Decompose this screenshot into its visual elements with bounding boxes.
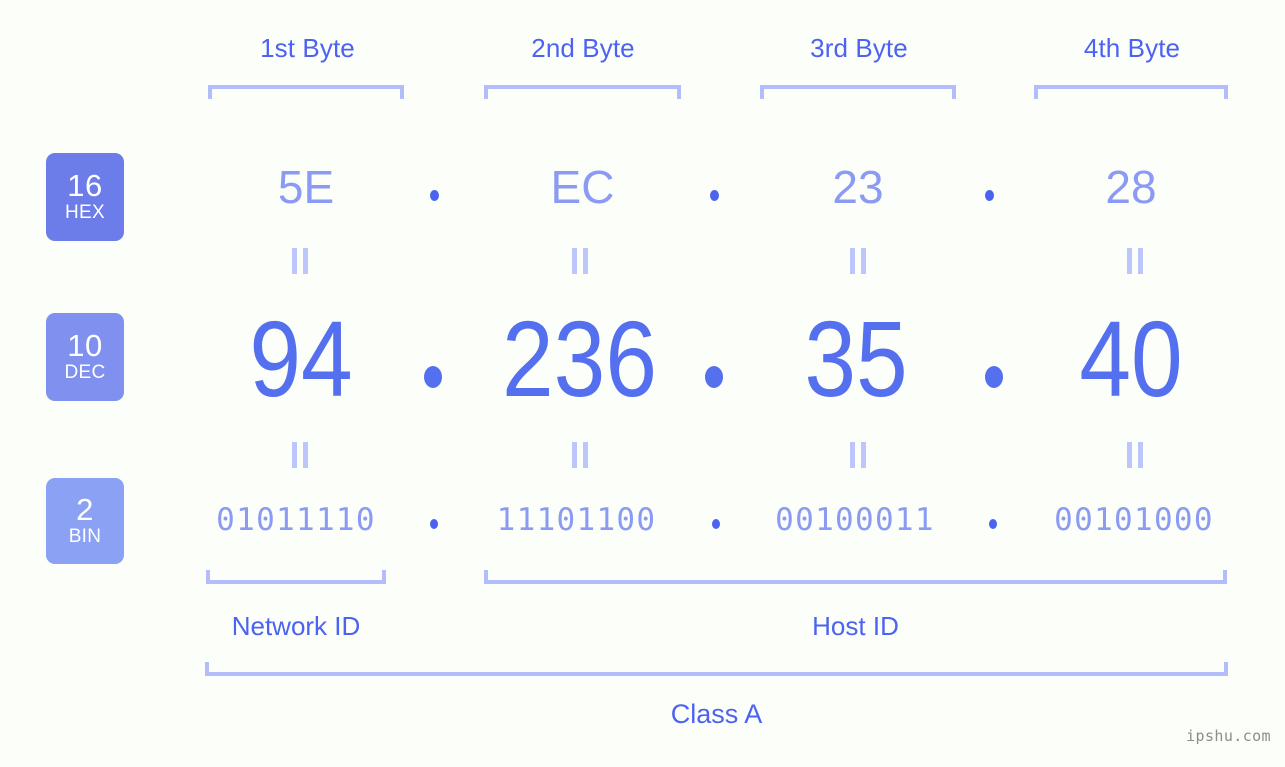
host-id-bracket (484, 570, 1227, 584)
radix-badge-bin-number: 2 (76, 492, 94, 527)
hex-byte-2: EC (550, 161, 615, 213)
byte-header-3: 3rd Byte (810, 33, 908, 63)
equals-mark-dec-bin-2 (572, 442, 589, 468)
network-id-bracket (206, 570, 386, 584)
hex-separator-1 (430, 190, 439, 201)
byte-bracket-4 (1034, 85, 1228, 99)
class-label: Class A (670, 699, 763, 729)
equals-mark-hex-dec-1 (292, 248, 309, 274)
equals-mark-hex-dec-2 (572, 248, 589, 274)
radix-badge-hex-system: HEX (65, 202, 105, 223)
bin-byte-1: 01011110 (216, 502, 376, 538)
dec-byte-1: 94 (249, 298, 353, 419)
network-id-label: Network ID (231, 611, 361, 641)
byte-header-4: 4th Byte (1083, 33, 1181, 63)
equals-mark-dec-bin-3 (850, 442, 867, 468)
class-bracket (205, 662, 1228, 676)
byte-bracket-2 (484, 85, 681, 99)
bin-byte-4: 00101000 (1054, 502, 1214, 538)
radix-badge-dec-number: 10 (67, 328, 103, 363)
byte-header-2: 2nd Byte (531, 33, 635, 63)
dec-byte-4: 40 (1079, 298, 1183, 419)
hex-separator-2 (710, 190, 719, 201)
byte-bracket-3 (760, 85, 956, 99)
bin-separator-2 (712, 519, 720, 529)
radix-badge-bin: 2 BIN (46, 478, 124, 564)
hex-separator-3 (985, 190, 994, 201)
byte-bracket-1 (208, 85, 404, 99)
radix-badge-hex-number: 16 (67, 168, 103, 203)
radix-badge-dec: 10 DEC (46, 313, 124, 401)
byte-header-1: 1st Byte (260, 33, 355, 63)
bin-separator-3 (989, 519, 997, 529)
bin-separator-1 (430, 519, 438, 529)
hex-byte-1: 5E (277, 161, 335, 213)
ip-address-breakdown-diagram: 1st Byte 2nd Byte 3rd Byte 4th Byte 16 H… (0, 0, 1285, 767)
dec-separator-3 (985, 366, 1003, 388)
dec-separator-2 (705, 366, 723, 388)
host-id-label: Host ID (812, 611, 899, 641)
bin-byte-2: 11101100 (496, 502, 657, 538)
dec-separator-1 (424, 366, 442, 388)
hex-byte-3: 23 (832, 161, 884, 213)
dec-byte-3: 35 (804, 298, 908, 419)
radix-badge-hex: 16 HEX (46, 153, 124, 241)
equals-mark-hex-dec-4 (1127, 248, 1144, 274)
site-watermark: ipshu.com (1186, 727, 1271, 745)
equals-mark-dec-bin-1 (292, 442, 309, 468)
radix-badge-bin-system: BIN (68, 526, 102, 547)
radix-badge-dec-system: DEC (64, 362, 106, 383)
equals-mark-dec-bin-4 (1127, 442, 1144, 468)
bin-byte-3: 00100011 (775, 502, 935, 538)
equals-mark-hex-dec-3 (850, 248, 867, 274)
hex-byte-4: 28 (1105, 161, 1157, 213)
dec-byte-2: 236 (502, 298, 657, 419)
